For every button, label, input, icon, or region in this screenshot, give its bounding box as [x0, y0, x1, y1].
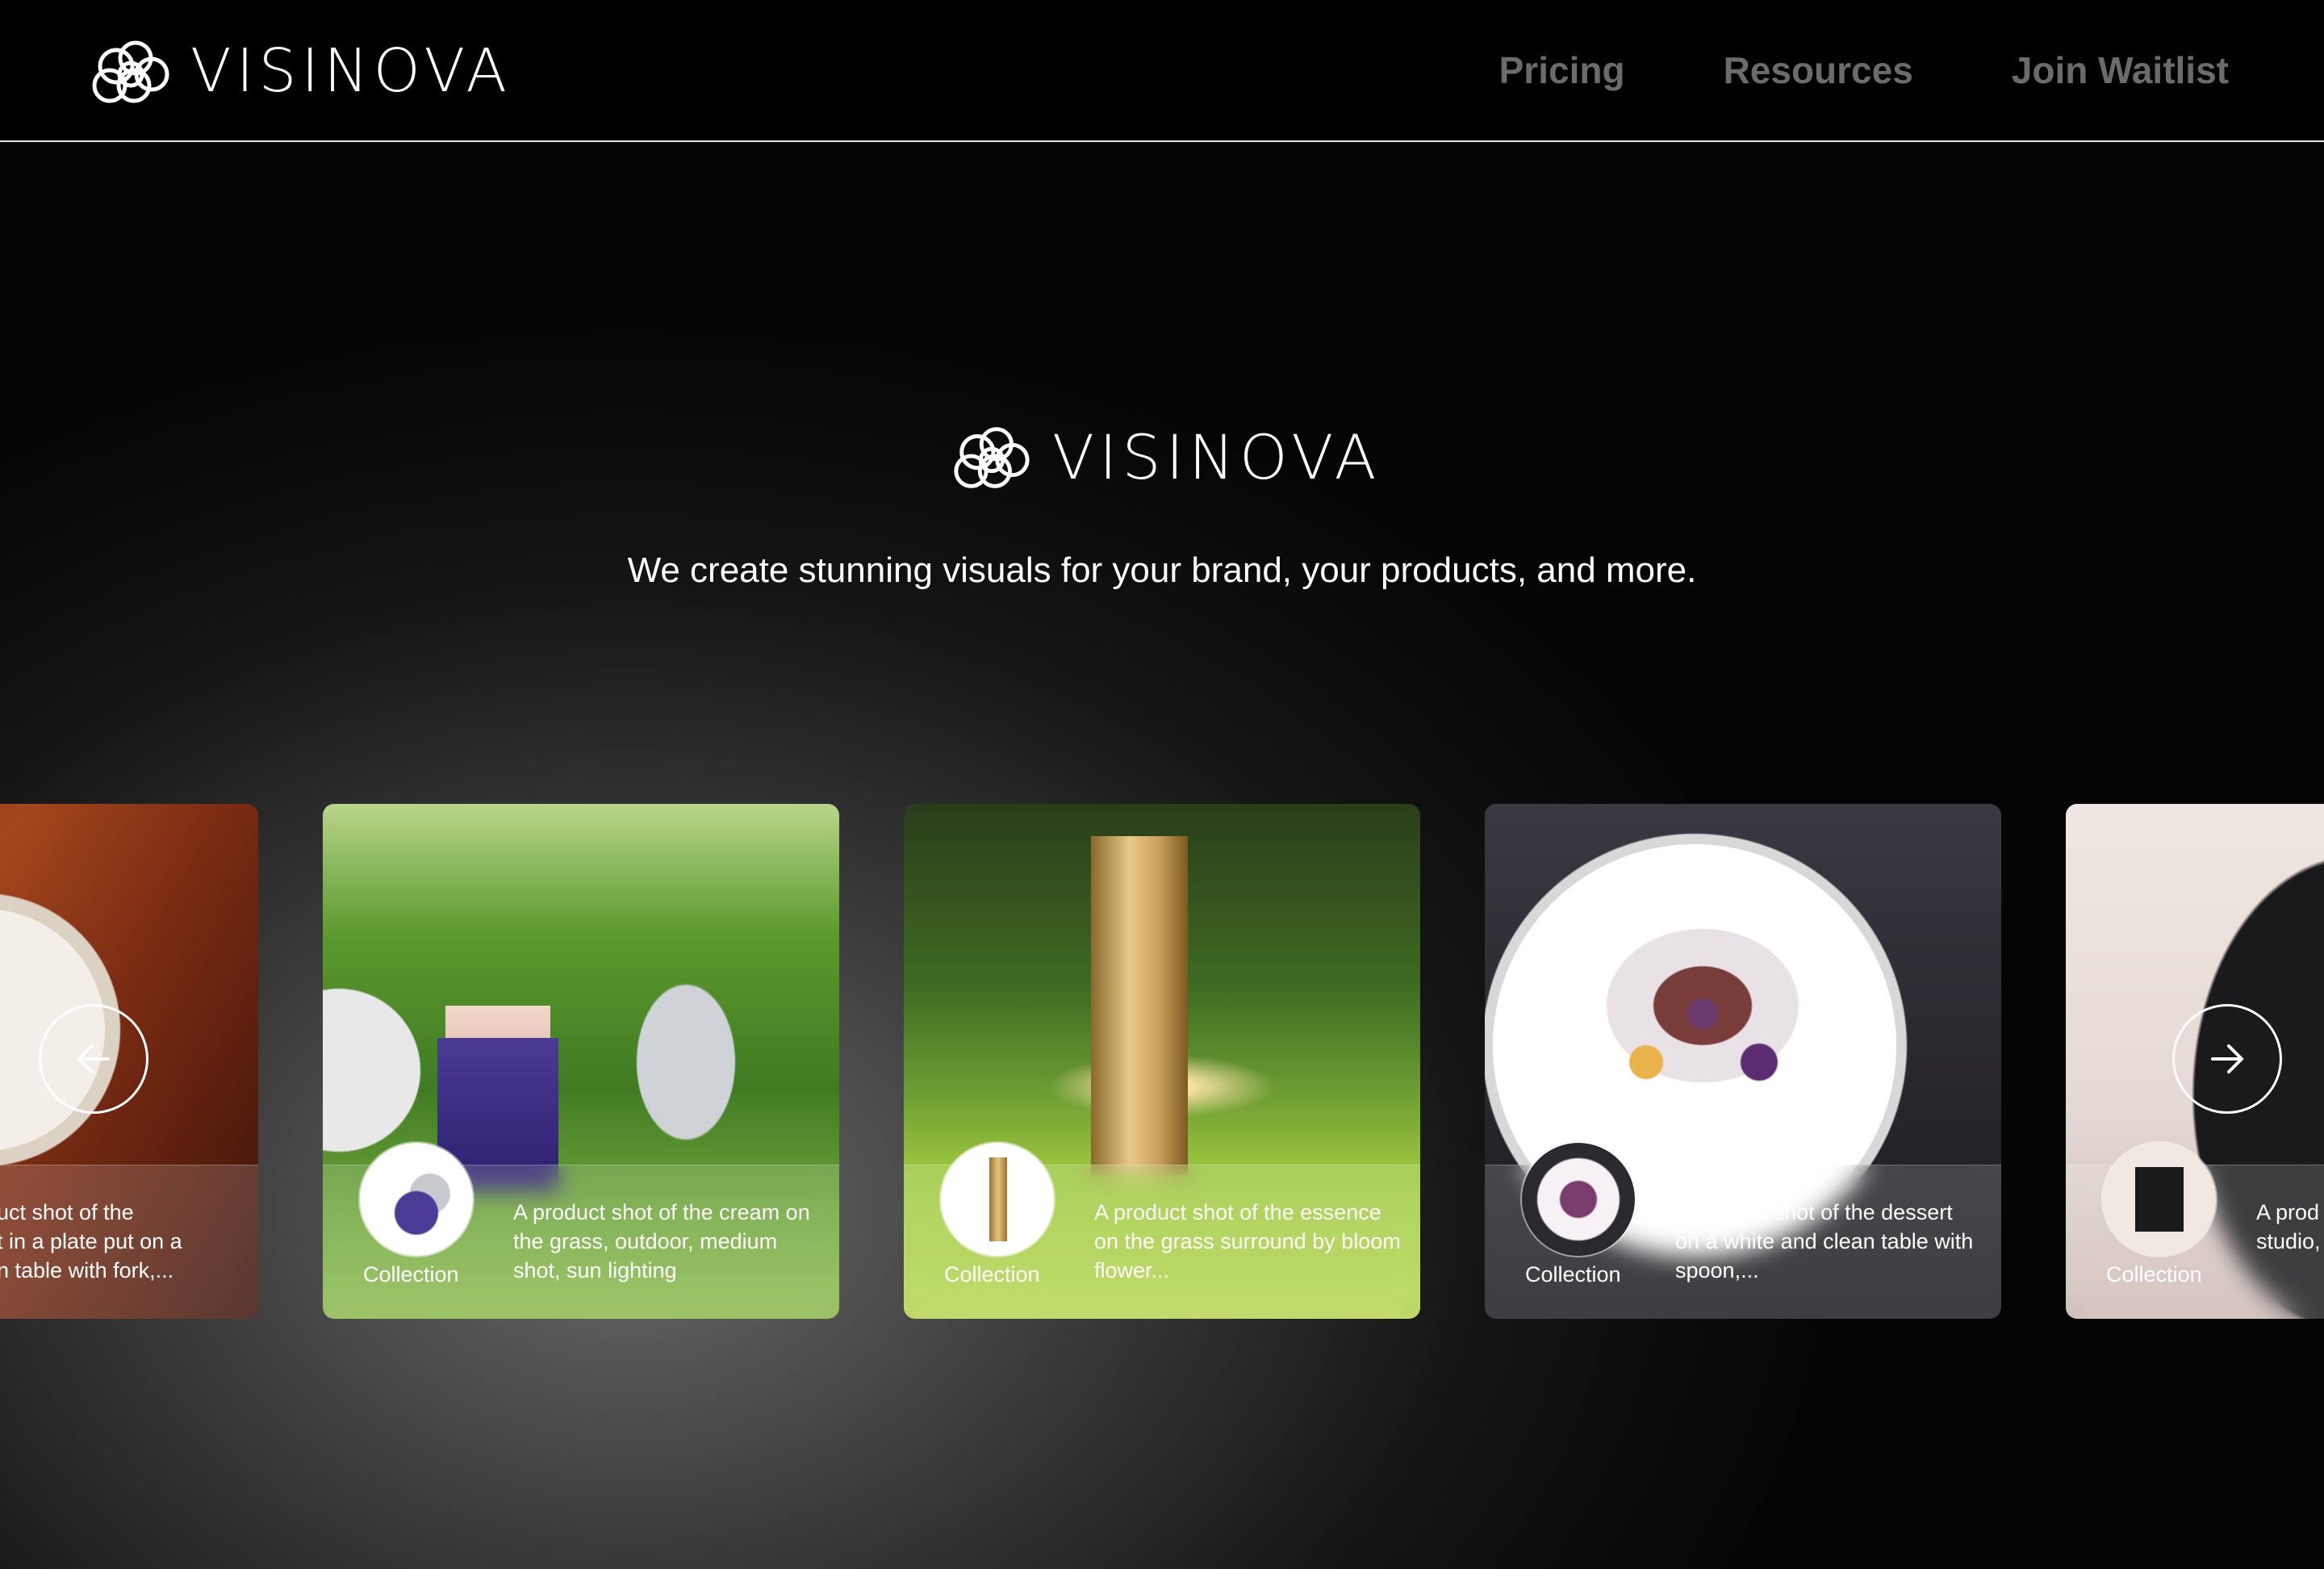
card-description: A product shot of the essence on the gra…	[1094, 1200, 1401, 1282]
arrow-right-icon	[2211, 1044, 2243, 1073]
image-carousel: uct shot of the t in a plate put on a n …	[0, 804, 2324, 1320]
nav-links: Pricing Resources Join Waitlist	[1499, 42, 2229, 98]
hero-brand-name: VISINOVA	[1052, 420, 1381, 493]
cloud-logo-icon	[92, 40, 169, 103]
carousel-card-dessert[interactable]: Collection A product shot of the dessert…	[1485, 804, 2001, 1319]
card-description: A product shot of the cream on the grass…	[513, 1200, 810, 1282]
collection-label: Collection	[2106, 1262, 2202, 1287]
collection-label: Collection	[944, 1262, 1040, 1287]
card-description: A prod studio,	[2256, 1200, 2321, 1253]
collection-thumbnail[interactable]	[360, 1143, 473, 1256]
collection-thumbnail[interactable]	[1522, 1143, 1635, 1256]
nav-link-pricing[interactable]: Pricing	[1499, 48, 1625, 92]
card-description: A product shot of the dessert on a white…	[1675, 1200, 1974, 1282]
brand-logo[interactable]: VISINOVA	[87, 36, 512, 106]
arrow-left-icon	[77, 1044, 110, 1073]
collection-thumbnail[interactable]	[2103, 1143, 2216, 1256]
carousel-next-button[interactable]	[2172, 1004, 2282, 1114]
collection-thumbnail[interactable]	[941, 1143, 1054, 1256]
collection-label: Collection	[1525, 1262, 1621, 1287]
cloud-logo-icon	[954, 427, 1030, 488]
carousel-card-cream[interactable]: Collection A product shot of the cream o…	[323, 804, 839, 1319]
page: VISINOVA Pricing Resources Join Waitlist…	[0, 0, 2324, 1569]
hero-tagline: We create stunning visuals for your bran…	[627, 550, 1697, 590]
card-description: uct shot of the t in a plate put on a n …	[0, 1200, 182, 1282]
carousel-prev-button[interactable]	[39, 1004, 148, 1114]
top-nav: VISINOVA Pricing Resources Join Waitlist	[0, 0, 2324, 142]
brand-name: VISINOVA	[190, 36, 512, 106]
carousel-card-essence[interactable]: Collection A product shot of the essence…	[904, 804, 1420, 1319]
collection-label: Collection	[363, 1262, 459, 1287]
nav-link-resources[interactable]: Resources	[1724, 48, 1913, 92]
hero-logo: VISINOVA	[949, 420, 1381, 493]
nav-link-join-waitlist[interactable]: Join Waitlist	[2012, 48, 2229, 92]
